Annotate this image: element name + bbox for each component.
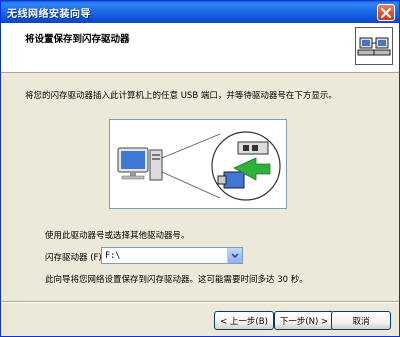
instruction-text: 将您的闪存驱动器插入此计算机上的任意 USB 端口，并等待驱动器号在下方显示。 <box>25 91 337 101</box>
window-title: 无线网络安装向导 <box>7 8 91 20</box>
back-button[interactable]: < 上一步(B) <box>214 311 274 330</box>
cancel-button[interactable]: 取消 <box>331 311 391 330</box>
note-text: 此向导将您网络设置保存到闪存驱动器。这可能需要时间多达 30 秒。 <box>45 275 308 285</box>
chevron-down-icon <box>231 252 239 258</box>
page-title: 将设置保存到闪存驱动器 <box>25 34 130 45</box>
close-button[interactable] <box>377 4 395 21</box>
dropdown-button[interactable] <box>227 248 242 263</box>
footer-divider <box>1 301 399 303</box>
next-button[interactable]: 下一步(N) > <box>274 311 334 330</box>
wizard-window: 无线网络安装向导 将设置保存到闪存驱动器 将您的闪存驱动器插入此计算机上的任意 … <box>0 0 400 337</box>
usb-illustration <box>109 119 287 209</box>
drive-label: 闪存驱动器 (F): <box>45 253 105 263</box>
computer-icon <box>117 147 163 181</box>
wizard-header: 将设置保存到闪存驱动器 <box>1 23 399 73</box>
close-icon <box>381 7 391 18</box>
drive-select[interactable]: F:\ <box>101 247 243 264</box>
title-bar[interactable]: 无线网络安装向导 <box>1 1 399 23</box>
use-drive-text: 使用此驱动器号或选择其他驱动器号。 <box>45 231 190 241</box>
network-computers-icon <box>355 27 393 65</box>
drive-select-value: F:\ <box>105 250 121 261</box>
